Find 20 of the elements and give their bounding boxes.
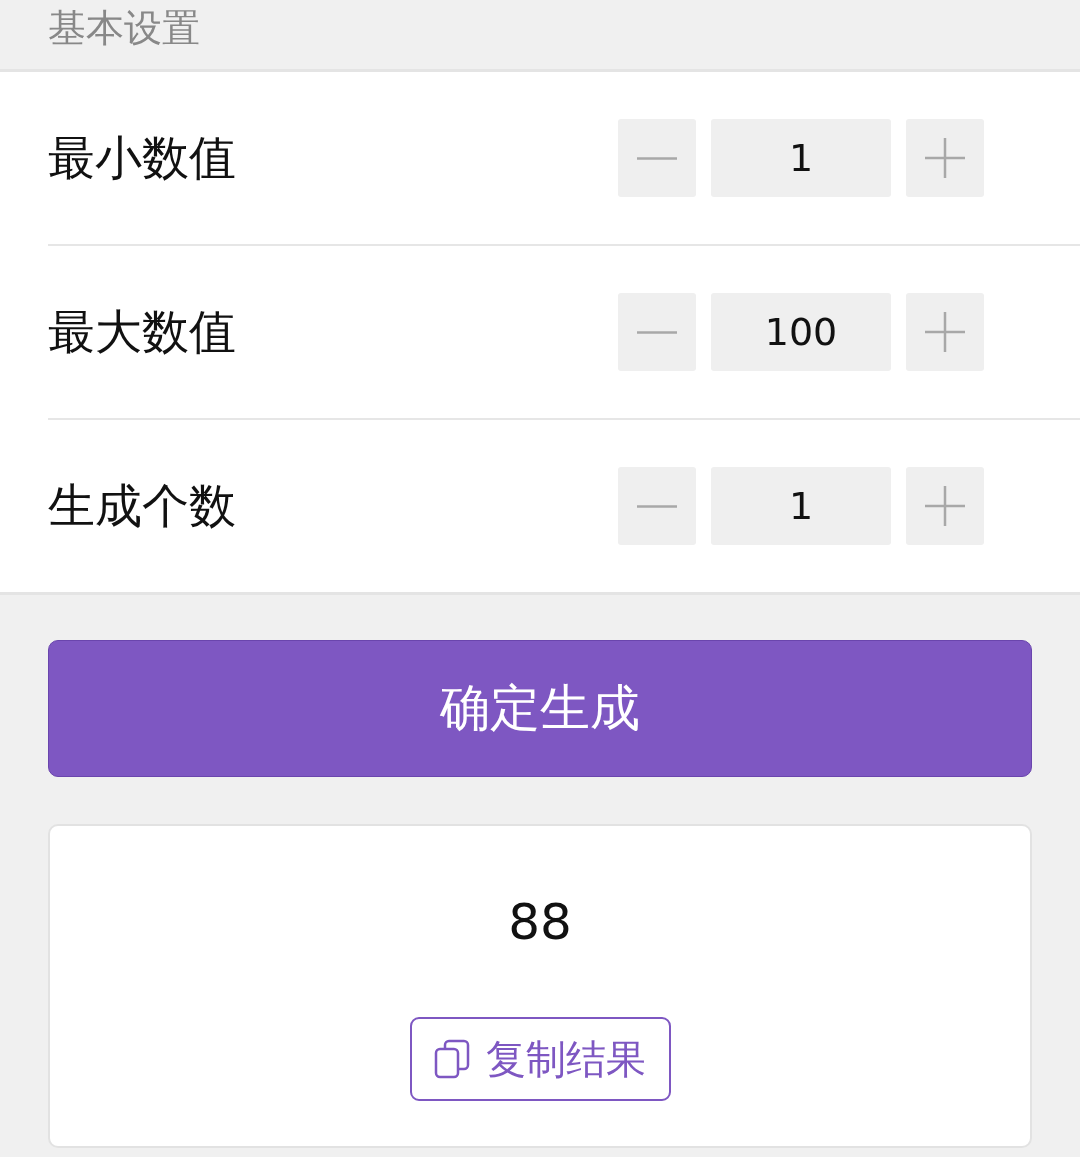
plus-icon: [925, 486, 965, 526]
minus-icon: [637, 330, 677, 334]
plus-icon: [925, 138, 965, 178]
number-field[interactable]: 1: [711, 119, 891, 197]
setting-label: 最大数值: [48, 302, 237, 361]
copy-button[interactable]: 复制结果: [409, 1017, 671, 1101]
increment-button[interactable]: [906, 467, 984, 545]
increment-button[interactable]: [906, 119, 984, 197]
minus-icon: [637, 504, 677, 508]
number-field[interactable]: 100: [711, 293, 891, 371]
setting-label: 最小数值: [48, 128, 237, 187]
minus-icon: [637, 156, 677, 160]
section-title: 基本设置: [48, 5, 200, 52]
result-value: 88: [508, 892, 572, 952]
number-field[interactable]: 1: [711, 467, 891, 545]
plus-icon: [925, 312, 965, 352]
setting-label: 生成个数: [48, 476, 237, 535]
copy-icon: [434, 1039, 472, 1079]
generate-button[interactable]: 确定生成: [48, 640, 1032, 777]
increment-button[interactable]: [906, 293, 984, 371]
